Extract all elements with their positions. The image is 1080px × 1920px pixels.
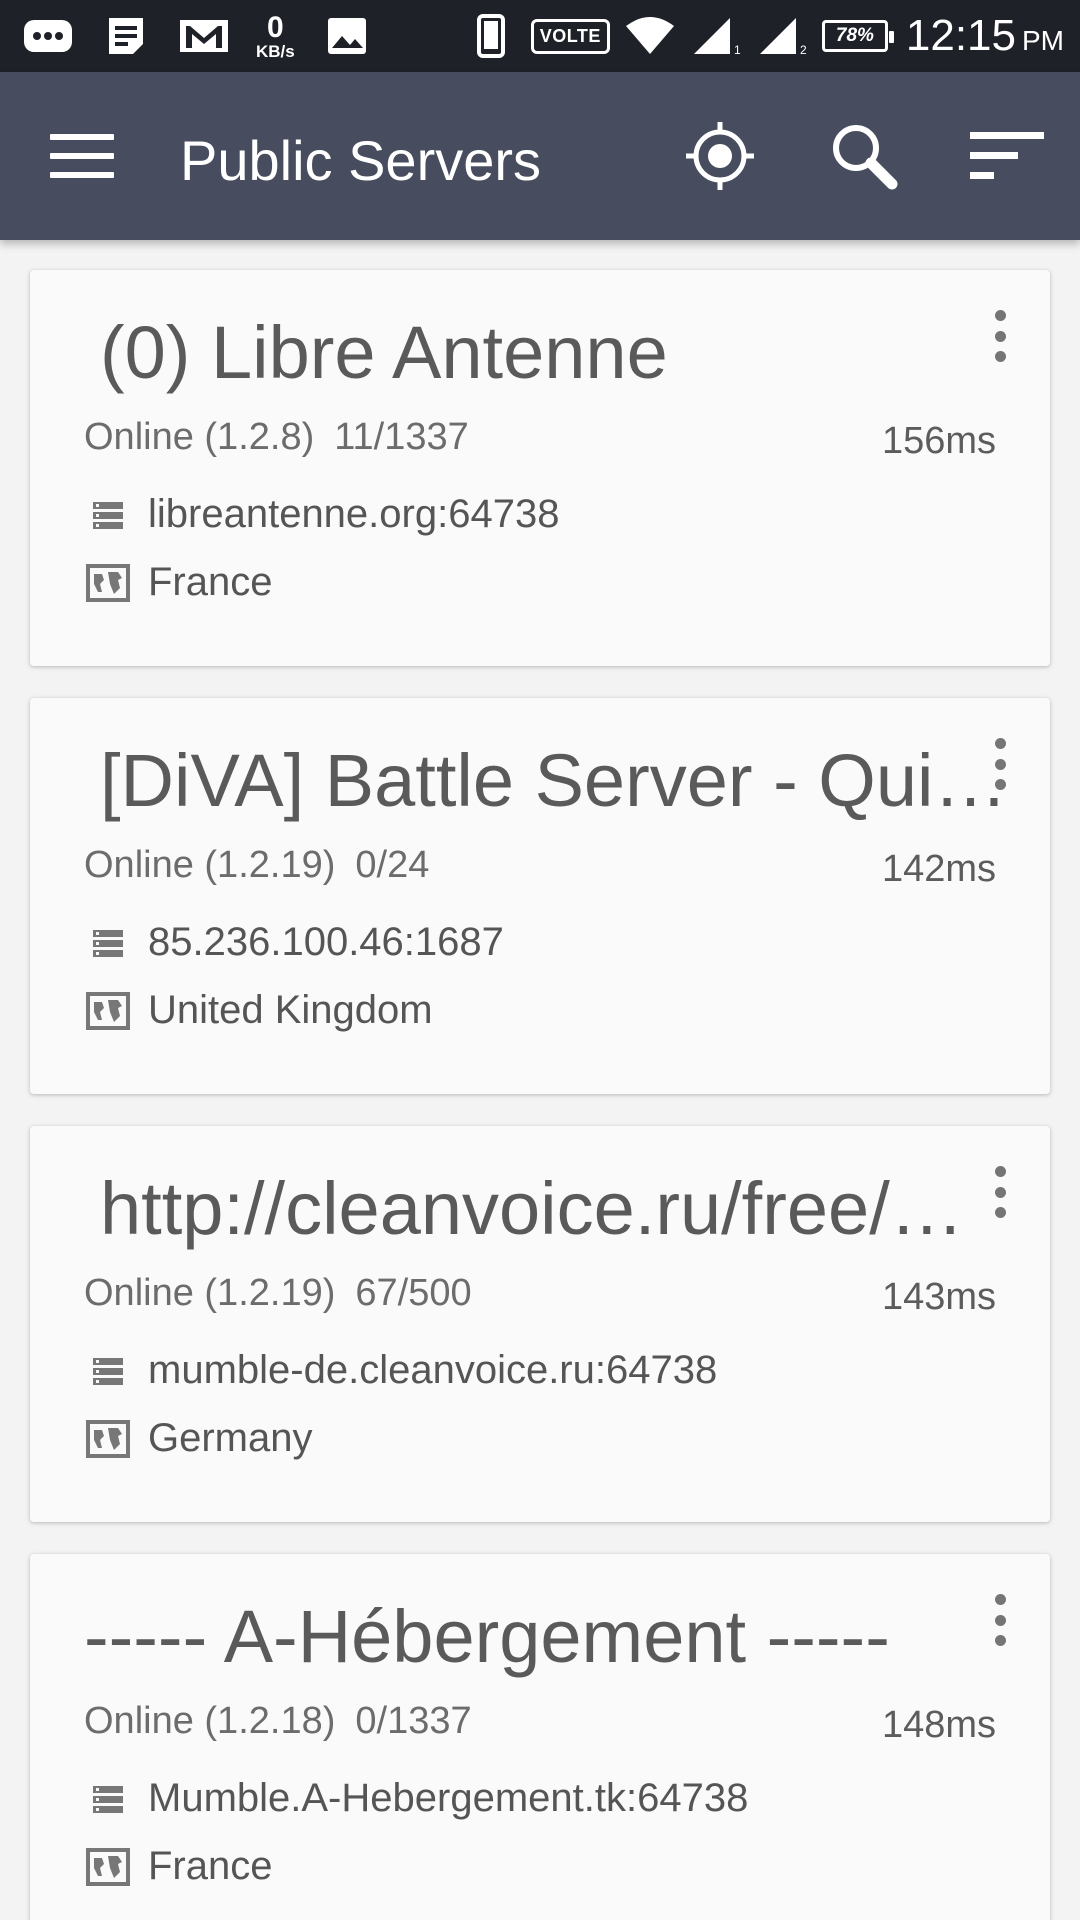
phone-icon: [465, 14, 517, 58]
map-icon: [84, 1847, 132, 1887]
clock: 12:15 PM: [906, 11, 1064, 61]
svg-text:2: 2: [800, 43, 807, 56]
more-options-icon[interactable]: [980, 1162, 1020, 1222]
server-country-row: Germany: [84, 1416, 313, 1461]
server-user-count: 0/24: [355, 844, 430, 886]
more-options-icon[interactable]: [980, 1590, 1020, 1650]
wifi-icon: [624, 15, 676, 57]
server-version-status: Online (1.2.8): [84, 416, 315, 458]
server-ping: 143ms: [881, 1276, 996, 1318]
server-name: ----- A-Hébergement -----: [84, 1595, 890, 1678]
more-options-icon[interactable]: [980, 306, 1020, 366]
map-icon: [84, 563, 132, 603]
server-card[interactable]: (0) Libre Antenne Online (1.2.8) 11/1337 …: [30, 270, 1050, 666]
menu-icon[interactable]: [50, 134, 114, 178]
image-icon: [321, 15, 373, 57]
server-user-count: 11/1337: [334, 416, 469, 458]
server-host-row: Mumble.A-Hebergement.tk:64738: [84, 1776, 748, 1821]
volte-badge: VOLTE: [530, 18, 610, 54]
clock-ampm: PM: [1022, 25, 1064, 56]
clock-time: 12:15: [905, 11, 1016, 60]
signal-sim2-icon: 2: [756, 15, 808, 57]
server-ping: 148ms: [881, 1704, 996, 1746]
server-status: Online (1.2.8) 11/1337: [84, 416, 469, 459]
server-name: http://cleanvoice.ru/free/mumble: [100, 1167, 1020, 1250]
server-country-row: France: [84, 560, 273, 605]
server-host-row: 85.236.100.46:1687: [84, 920, 504, 965]
gmail-icon: [178, 15, 230, 57]
network-speed: 0 KB/s: [256, 10, 295, 61]
server-card[interactable]: ----- A-Hébergement ----- Online (1.2.18…: [30, 1554, 1050, 1920]
chat-notification-icon: [22, 15, 74, 57]
server-status: Online (1.2.18) 0/1337: [84, 1700, 472, 1743]
svg-text:1: 1: [734, 43, 741, 56]
locate-icon[interactable]: [676, 112, 764, 200]
server-card[interactable]: [DiVA] Battle Server - Quick Join Online…: [30, 698, 1050, 1094]
server-host: libreantenne.org:64738: [148, 492, 560, 536]
server-icon: [84, 495, 132, 535]
server-version-status: Online (1.2.19): [84, 1272, 336, 1314]
battery-icon: 78%: [821, 20, 894, 52]
server-host-row: mumble-de.cleanvoice.ru:64738: [84, 1348, 717, 1393]
app-bar: Public Servers: [0, 72, 1080, 240]
battery-level: 78%: [835, 25, 874, 46]
server-country: United Kingdom: [148, 988, 433, 1032]
server-user-count: 67/500: [355, 1272, 472, 1314]
server-status: Online (1.2.19) 67/500: [84, 1272, 472, 1315]
server-user-count: 0/1337: [355, 1700, 472, 1742]
server-ping: 156ms: [881, 420, 996, 462]
server-ping: 142ms: [881, 848, 996, 890]
server-host: Mumble.A-Hebergement.tk:64738: [148, 1776, 749, 1820]
server-host-row: libreantenne.org:64738: [84, 492, 559, 537]
map-icon: [84, 991, 132, 1031]
status-bar: 0 KB/s VOLTE 1 2 78% 12:15 PM: [0, 0, 1080, 72]
server-name: (0) Libre Antenne: [100, 311, 668, 394]
search-icon[interactable]: [820, 112, 908, 200]
server-version-status: Online (1.2.19): [84, 844, 336, 886]
server-country: France: [148, 560, 273, 604]
server-host: mumble-de.cleanvoice.ru:64738: [148, 1348, 718, 1392]
server-country-row: United Kingdom: [84, 988, 433, 1033]
page-title: Public Servers: [180, 129, 542, 192]
server-version-status: Online (1.2.18): [84, 1700, 336, 1742]
server-name: [DiVA] Battle Server - Quick Join: [100, 739, 1020, 822]
server-status: Online (1.2.19) 0/24: [84, 844, 429, 887]
server-icon: [84, 923, 132, 963]
server-country-row: France: [84, 1844, 273, 1889]
server-icon: [84, 1351, 132, 1391]
server-country: Germany: [148, 1416, 313, 1460]
sort-icon[interactable]: [962, 112, 1050, 200]
server-country: France: [148, 1844, 273, 1888]
server-card[interactable]: http://cleanvoice.ru/free/mumble Online …: [30, 1126, 1050, 1522]
signal-sim1-icon: 1: [690, 15, 742, 57]
map-icon: [84, 1419, 132, 1459]
server-host: 85.236.100.46:1687: [148, 920, 504, 964]
document-notification-icon: [100, 15, 152, 57]
more-options-icon[interactable]: [980, 734, 1020, 794]
server-icon: [84, 1779, 132, 1819]
